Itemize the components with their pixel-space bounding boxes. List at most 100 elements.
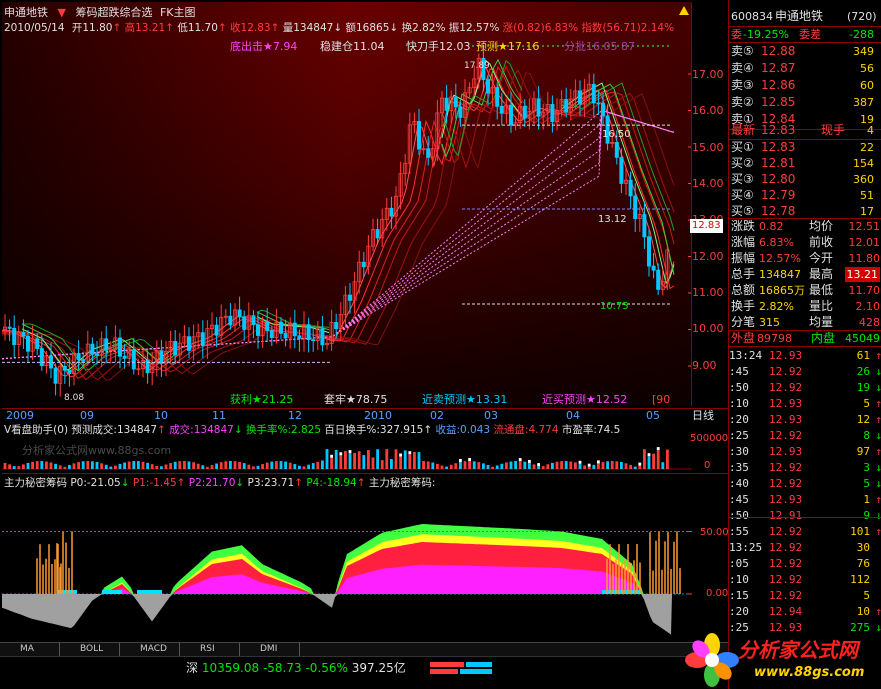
quote-stat-row: 振幅 12.57% 今开 11.80 <box>731 251 880 265</box>
dropdown-arrow-icon[interactable]: ▼ <box>58 6 66 19</box>
tab-dmi[interactable]: DMI <box>240 643 300 657</box>
open-value: 11.80 <box>82 22 113 34</box>
quote-stat-row: 总手 134847 最高 13.21 <box>731 267 880 282</box>
buy-order-row[interactable]: 买② 12.81 154 <box>729 155 881 172</box>
market-index[interactable]: 深 10359.08 -58.73 -0.56% 397.25亿 <box>186 661 406 675</box>
float-cap: 流通盘:4.774 <box>493 424 559 436</box>
label-profit: 获利★21.25 <box>230 393 294 406</box>
indicator-header: 主力秘密筹码 P0:-21.05↓ P1:-1.45↑ P2:21.70↓ P3… <box>4 477 436 489</box>
label-peak: 17.89 <box>464 61 490 71</box>
price-tick: 15.00 <box>692 141 724 154</box>
buy-order-row[interactable]: 买① 12.83 22 <box>729 139 881 156</box>
amplitude-value: 12.57% <box>459 22 500 34</box>
price-tick: 16.00 <box>692 104 724 117</box>
indicator-axis-50: 50.00 <box>700 527 728 538</box>
quote-header[interactable]: 600834 申通地铁 (720) <box>729 8 881 25</box>
tab-rsi[interactable]: RSI <box>180 643 240 657</box>
indicator-p4: P4:-18.94 <box>306 477 357 489</box>
period-label[interactable]: 日线 <box>692 409 714 423</box>
price-tick: 12.00 <box>692 250 724 263</box>
date-label: 10 <box>154 409 168 422</box>
market-name: 深 <box>186 661 199 675</box>
market-amount: 397.25亿 <box>351 661 406 675</box>
tick-row: 13:2412.9361↑ <box>729 349 881 362</box>
label-1075: 10.75 <box>600 301 629 312</box>
label-near-sell: 近卖预测★13.31 <box>422 393 508 406</box>
sell-order-row[interactable]: 卖③ 12.86 60 <box>729 77 881 94</box>
formula-title[interactable]: 筹码超跌综合选 <box>75 6 152 19</box>
date-label: 2010 <box>364 409 392 422</box>
outer-volume: 89798 <box>757 332 792 345</box>
indicator-tab-bar: MA BOLL MACD RSI DMI <box>0 642 728 657</box>
stock-name[interactable]: 申通地铁 <box>4 6 48 19</box>
date-axis: 2009 09 10 11 12 2010 02 03 04 05 日线 <box>2 408 732 422</box>
chart-mode[interactable]: FK主图 <box>160 6 196 19</box>
market-breadth-bar <box>430 662 492 674</box>
latest-price: 12.83 <box>761 123 796 137</box>
price-tick: 9.00 <box>692 359 717 372</box>
amount-value: 16865 <box>356 22 390 34</box>
latest-hand: 4 <box>867 124 874 137</box>
tab-boll[interactable]: BOLL <box>60 643 120 657</box>
pe-ratio: 市盈率:74.5 <box>561 424 621 436</box>
indicator-p1: P1:-1.45 <box>132 477 177 489</box>
price-tick: 11.00 <box>692 286 724 299</box>
buy-order-row[interactable]: 买③ 12.80 360 <box>729 171 881 188</box>
income: 收益:0.043 <box>435 424 491 436</box>
buy-order-row[interactable]: 买④ 12.79 51 <box>729 187 881 204</box>
volume-value: 134847 <box>293 22 334 34</box>
volume-panel[interactable]: V看盘助手(0) 预测成交:134847↑ 成交:134847↓ 换手率%:2.… <box>2 422 728 474</box>
tab-macd[interactable]: MACD <box>120 643 180 657</box>
tick-row: :4512.931↑ <box>729 493 881 506</box>
hundred-day-turnover: 百日换手%:327.915 <box>324 424 424 436</box>
label-trapped: 套牢★78.75 <box>324 393 388 406</box>
label-forecast: 预测★17.16 <box>476 40 540 53</box>
change-value: (0.82) <box>513 22 545 34</box>
chart-canvas <box>2 2 691 406</box>
order-ratio-row: 委 -19.25% 委差 -288 <box>731 28 874 41</box>
tick-row: :05 12.92 76 <box>729 557 870 570</box>
stock-name: 申通地铁 <box>775 9 824 23</box>
quote-stat-row: 涨跌 0.82 均价 12.51 <box>731 219 880 233</box>
indicator-canvas <box>2 524 692 635</box>
quote-stat-row: 换手 2.82% 量比 2.10 <box>731 299 880 313</box>
tick-row: :3512.923↓ <box>729 461 881 474</box>
index-pct: 2.14% <box>640 22 675 34</box>
sell-order-row[interactable]: 卖② 12.85 387 <box>729 94 881 111</box>
high-value: 13.21 <box>135 22 166 34</box>
change-pct: 6.83% <box>544 22 579 34</box>
tick-row: :5512.92101↑ <box>729 525 881 538</box>
close-value: 12.83 <box>240 22 271 34</box>
indicator-p0: P0:-21.05 <box>70 477 121 489</box>
label-bottom-out: 底出击★7.94 <box>230 40 298 53</box>
chart-title-row: 申通地铁 ▼ 筹码超跌综合选 FK主图 <box>4 6 196 20</box>
tick-row: :2512.928↓ <box>729 429 881 442</box>
indicator-suffix: 主力秘密筹码: <box>368 477 436 489</box>
watermark: 分析家公式网www.88gs.com <box>22 444 172 457</box>
sell-order-row[interactable]: 卖④ 12.87 56 <box>729 60 881 77</box>
quote-stat-row: 涨幅 6.83% 前收 12.01 <box>731 235 880 249</box>
quote-panel: 600834 申通地铁 (720) 委 -19.25% 委差 -288 卖⑤ 12… <box>728 0 881 689</box>
market-status-bar: 深 10359.08 -58.73 -0.56% 397.25亿 <box>0 656 728 689</box>
label-distribution: 分批16.05 87 <box>564 40 635 53</box>
tab-ma[interactable]: MA <box>0 643 60 657</box>
tick-row: :10 12.92 112 <box>729 573 870 586</box>
current-price-tag: 12.83 <box>690 219 723 233</box>
sell-order-row[interactable]: 卖⑤ 12.88 349 <box>729 43 881 60</box>
candlestick-chart[interactable]: 申通地铁 ▼ 筹码超跌综合选 FK主图 2010/05/14 开11.80↑ 高… <box>2 2 692 406</box>
price-axis-labels: 17.00 16.00 15.00 14.00 13.00 12.00 11.0… <box>688 2 728 406</box>
date-label: 05 <box>646 409 660 422</box>
logo-text: 分析家公式网 <box>738 638 858 662</box>
date-label: 03 <box>484 409 498 422</box>
volume-panel-header: V看盘助手(0) 预测成交:134847↑ 成交:134847↓ 换手率%:2.… <box>4 424 621 436</box>
tick-row: :15 12.92 5 <box>729 589 870 602</box>
label-quick-knife: 快刀手12.03 <box>406 40 471 53</box>
date-label: 12 <box>288 409 302 422</box>
latest-row: 最新 12.83 现手 4 <box>731 123 874 137</box>
indicator-panel[interactable]: 主力秘密筹码 P0:-21.05↓ P1:-1.45↑ P2:21.70↓ P3… <box>2 474 728 640</box>
low-value: 11.70 <box>187 22 218 34</box>
outer-inner-row: 外盘 89798 内盘 45049 <box>731 331 880 345</box>
ohlc-summary: 2010/05/14 开11.80↑ 高13.21↑ 低11.70↑ 收12.8… <box>4 22 675 34</box>
flower-logo-icon <box>685 633 739 687</box>
volume-axis-zero: 0 <box>704 460 711 471</box>
